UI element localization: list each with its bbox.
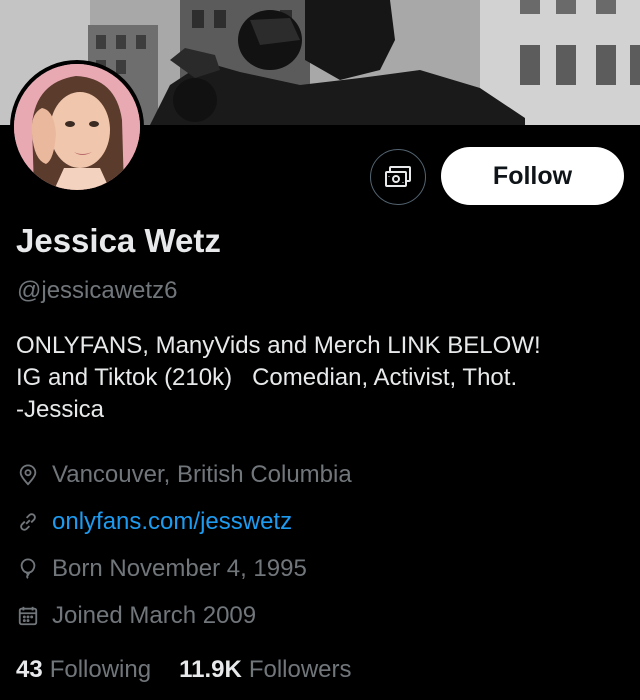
website-link[interactable]: onlyfans.com/jesswetz: [52, 508, 292, 536]
following-count: 43: [16, 656, 43, 683]
followers-label: Followers: [248, 656, 352, 683]
avatar[interactable]: [10, 60, 144, 194]
profile-joined: Joined March 2009: [16, 600, 256, 632]
birthday-text: Born November 4, 1995: [52, 555, 307, 582]
followers-count: 11.9K: [179, 656, 242, 683]
calendar-icon: [16, 604, 40, 628]
joined-text: Joined March 2009: [52, 602, 257, 629]
profile-website[interactable]: onlyfans.com/jesswetz: [16, 506, 292, 538]
username-handle: @jessicawetz6: [17, 277, 178, 304]
location-text: Vancouver, British Columbia: [52, 461, 352, 488]
money-icon: [384, 165, 412, 189]
display-name: Jessica Wetz: [16, 222, 221, 259]
followers-link[interactable]: 11.9K Followers: [179, 656, 351, 684]
following-label: Following: [49, 656, 152, 683]
profile-birthday: Born November 4, 1995: [16, 553, 307, 585]
bio-line: ONLYFANS, ManyVids and Merch LINK BELOW!: [16, 332, 541, 359]
balloon-icon: [16, 557, 40, 581]
link-icon: [16, 510, 40, 534]
location-pin-icon: [16, 463, 40, 487]
follow-button-label: Follow: [492, 161, 573, 190]
bio-line: -Jessica: [16, 396, 105, 423]
profile-location: Vancouver, British Columbia: [16, 459, 352, 491]
follow-button[interactable]: Follow: [441, 147, 624, 205]
follow-stats: 43 Following 11.9K Followers: [16, 656, 352, 684]
profile-bio: ONLYFANS, ManyVids and Merch LINK BELOW!…: [16, 330, 626, 426]
tip-button[interactable]: [370, 149, 426, 205]
bio-line: IG and Tiktok (210k) Comedian, Activist,…: [16, 364, 518, 391]
following-link[interactable]: 43 Following: [16, 656, 151, 684]
